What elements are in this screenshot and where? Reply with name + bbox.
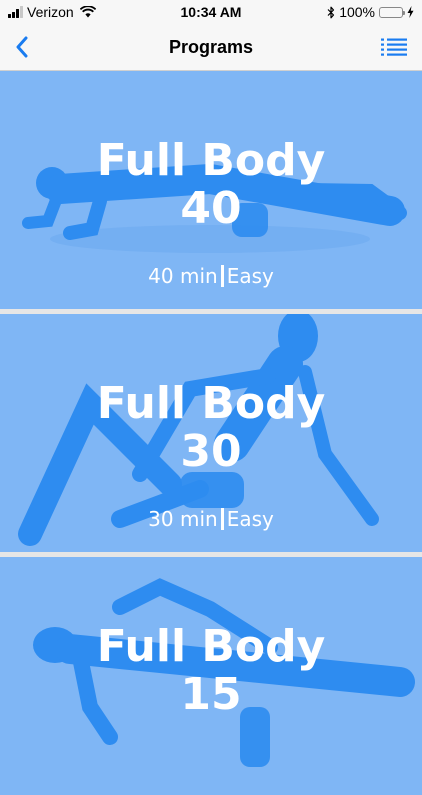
program-difficulty: Easy bbox=[226, 264, 274, 288]
meta-separator bbox=[220, 265, 224, 287]
program-name: Full Body bbox=[96, 135, 326, 186]
list-icon bbox=[381, 38, 407, 56]
program-title: Full Body 40 bbox=[0, 137, 422, 233]
nav-bar: Programs bbox=[0, 24, 422, 71]
chevron-left-icon bbox=[16, 36, 28, 58]
program-name: Full Body bbox=[96, 378, 326, 429]
program-card-full-body-40[interactable]: Full Body 40 40 min Easy bbox=[0, 71, 422, 309]
program-name: Full Body bbox=[96, 621, 326, 672]
program-difficulty: Easy bbox=[226, 507, 274, 531]
status-right: 100% bbox=[327, 4, 414, 20]
program-card-full-body-15[interactable]: Full Body 15 bbox=[0, 557, 422, 795]
program-card-full-body-30[interactable]: Full Body 30 30 min Easy bbox=[0, 314, 422, 552]
bluetooth-icon bbox=[327, 6, 335, 18]
meta-separator bbox=[220, 508, 224, 530]
battery-percent: 100% bbox=[339, 4, 375, 20]
program-duration: 30 min bbox=[148, 507, 218, 531]
program-meta: 40 min Easy bbox=[0, 264, 422, 288]
program-number: 15 bbox=[180, 669, 242, 720]
program-meta: 30 min Easy bbox=[0, 507, 422, 531]
page-title: Programs bbox=[168, 37, 254, 57]
back-button[interactable] bbox=[6, 30, 38, 64]
status-bar: Verizon 10:34 AM 100% bbox=[0, 0, 422, 24]
battery-icon bbox=[379, 6, 405, 18]
charging-icon bbox=[407, 6, 414, 18]
menu-button[interactable] bbox=[378, 33, 410, 61]
program-number: 40 bbox=[180, 183, 242, 234]
program-title: Full Body 30 bbox=[0, 380, 422, 476]
program-duration: 40 min bbox=[148, 264, 218, 288]
program-number: 30 bbox=[180, 426, 242, 477]
program-title: Full Body 15 bbox=[0, 623, 422, 719]
program-list: Full Body 40 40 min Easy Full Body 30 30… bbox=[0, 71, 422, 795]
